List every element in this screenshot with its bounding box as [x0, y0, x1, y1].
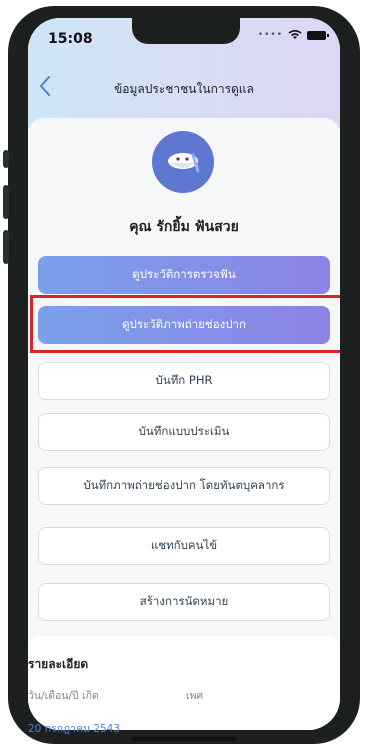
battery-icon: [307, 30, 329, 40]
home-indicator: [131, 737, 237, 741]
highlight-box: [30, 295, 340, 353]
birthdate-value: 20 กรกฎาคม 2543: [28, 723, 121, 735]
gender-label: เพศ: [186, 690, 204, 702]
avatar: [152, 131, 214, 193]
status-icons: ••••: [257, 30, 329, 40]
chat-with-patient-button[interactable]: แชทกับคนไข้: [38, 527, 330, 565]
details-panel: [28, 636, 340, 730]
record-photo-by-staff-button[interactable]: บันทึกภาพถ่ายช่องปาก โดยทันตบุคลากร: [38, 467, 330, 505]
volume-up-button: [3, 185, 9, 219]
details-title: รายละเอียด: [28, 657, 89, 671]
record-phr-button[interactable]: บันทึก PHR: [38, 362, 330, 400]
record-assessment-button[interactable]: บันทึกแบบประเมิน: [38, 413, 330, 451]
birthdate-label: วัน/เดือน/ปี เกิด: [28, 690, 99, 702]
notch: [132, 18, 240, 44]
phone-screen: 15:08 •••• ข้อมูลประชาชนในการดูแล คุณ รั…: [28, 18, 340, 730]
patient-name: คุณ รักยิ้ม ฟันสวย: [129, 219, 239, 235]
status-time: 15:08: [48, 31, 93, 47]
tooth-icon: [168, 153, 200, 173]
volume-down-button: [3, 230, 9, 264]
create-appointment-button[interactable]: สร้างการนัดหมาย: [38, 583, 330, 621]
mute-switch: [3, 150, 9, 168]
signal-icon: ••••: [257, 30, 283, 40]
wifi-icon: [288, 30, 302, 39]
view-dental-history-button[interactable]: ดูประวัติการตรวจฟัน: [38, 256, 330, 294]
page-title: ข้อมูลประชาชนในการดูแล: [114, 82, 254, 96]
